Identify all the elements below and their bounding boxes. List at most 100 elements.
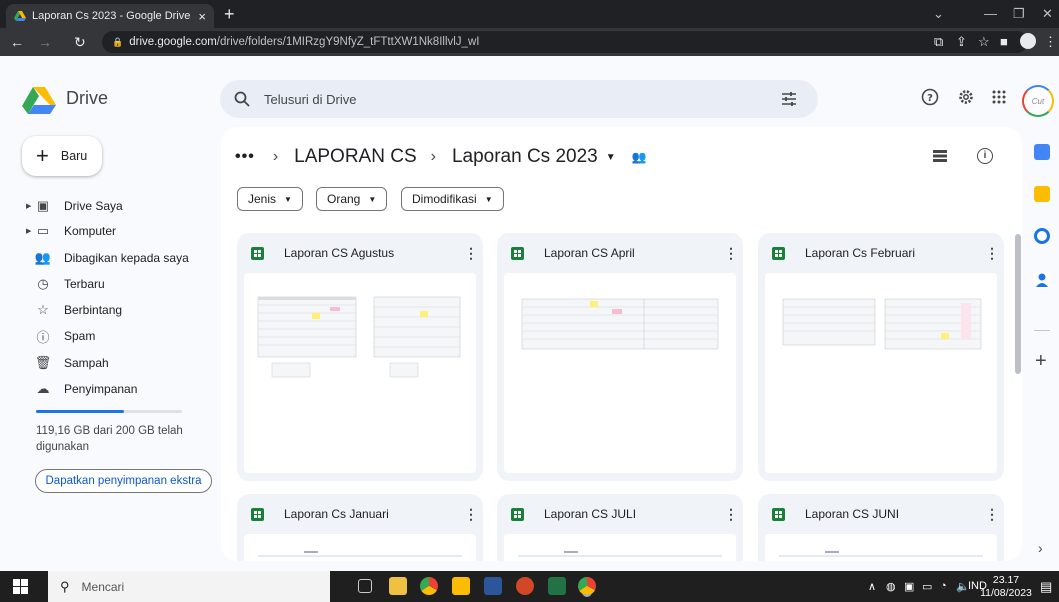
- file-explorer-icon[interactable]: [389, 577, 407, 595]
- collapse-panel-chevron-icon[interactable]: ›: [1038, 540, 1043, 556]
- google-sheets-icon: [511, 246, 524, 260]
- search-bar[interactable]: Telusuri di Drive: [220, 80, 818, 118]
- breadcrumb-overflow-button[interactable]: •••: [235, 148, 255, 166]
- side-panel-icon[interactable]: ■: [1000, 34, 1008, 49]
- tray-overflow-icon[interactable]: ∧: [868, 580, 876, 593]
- install-app-icon[interactable]: ⧉: [934, 34, 943, 50]
- contacts-icon[interactable]: [1034, 272, 1050, 288]
- sidebar-item-drive-saya[interactable]: ▶ ▣ Drive Saya: [26, 194, 216, 218]
- notification-icon[interactable]: ▤: [1040, 579, 1052, 595]
- storage-progress-bar: [36, 410, 182, 413]
- google-sheets-icon: [251, 507, 264, 521]
- back-icon[interactable]: ←: [10, 34, 24, 50]
- word-icon[interactable]: [484, 577, 502, 595]
- taskbar-search-input[interactable]: ⚲ Mencari: [48, 571, 330, 602]
- task-view-icon[interactable]: [358, 579, 372, 593]
- get-more-storage-button[interactable]: Dapatkan penyimpanan ekstra: [35, 469, 212, 493]
- add-addon-icon[interactable]: +: [1035, 350, 1047, 373]
- file-card[interactable]: Laporan CS Agustus ⋮: [237, 233, 483, 481]
- sidebar-item-penyimpanan[interactable]: ☁ Penyimpanan: [26, 377, 216, 401]
- filter-people-chip[interactable]: Orang ▼: [316, 187, 388, 211]
- file-title: Laporan CS JULI: [544, 507, 637, 521]
- info-icon[interactable]: i: [977, 148, 993, 164]
- drive-logo-icon[interactable]: [22, 86, 56, 114]
- more-options-icon[interactable]: ⋮: [980, 245, 1004, 262]
- more-options-icon[interactable]: ⋮: [459, 506, 483, 523]
- filter-label: Orang: [327, 192, 361, 206]
- tray-wifi-icon[interactable]: ◔: [940, 580, 947, 592]
- bookmark-star-icon[interactable]: ☆: [978, 34, 990, 50]
- main-scrollbar[interactable]: [1015, 234, 1021, 374]
- more-options-icon[interactable]: ⋮: [459, 245, 483, 262]
- breadcrumb-parent[interactable]: LAPORAN CS: [294, 146, 416, 168]
- share-page-icon[interactable]: ⇪: [956, 34, 967, 50]
- browser-menu-icon[interactable]: ⋮: [1044, 34, 1057, 50]
- sidebar-item-label: Dibagikan kepada saya: [64, 251, 189, 265]
- calendar-icon[interactable]: [1034, 144, 1050, 160]
- close-tab-icon[interactable]: ×: [198, 9, 206, 24]
- tray-battery-icon[interactable]: ▭: [922, 580, 932, 593]
- chrome-taskbar-icon[interactable]: [420, 577, 438, 595]
- search-input[interactable]: Telusuri di Drive: [264, 92, 780, 107]
- tasks-icon[interactable]: [1034, 228, 1050, 244]
- file-card[interactable]: Laporan CS April ⋮: [497, 233, 743, 481]
- more-options-icon[interactable]: ⋮: [719, 245, 743, 262]
- expand-caret-icon[interactable]: ▶: [26, 202, 34, 210]
- my-drive-icon: ▣: [36, 198, 50, 213]
- list-view-icon[interactable]: [933, 150, 947, 162]
- more-options-icon[interactable]: ⋮: [980, 506, 1004, 523]
- expand-caret-icon[interactable]: ▶: [26, 227, 34, 235]
- settings-gear-icon[interactable]: [955, 88, 977, 110]
- tray-meet-icon[interactable]: ▣: [904, 580, 914, 593]
- apps-grid-icon[interactable]: [988, 88, 1010, 110]
- new-tab-button[interactable]: +: [224, 5, 235, 23]
- filter-label: Dimodifikasi: [412, 192, 477, 206]
- minimize-icon[interactable]: —: [984, 6, 997, 21]
- google-sheets-icon: [251, 246, 264, 260]
- sidebar-item-komputer[interactable]: ▶ ▭ Komputer: [26, 219, 216, 243]
- sidebar-item-dibagikan[interactable]: 👥 Dibagikan kepada saya: [26, 246, 216, 270]
- new-button[interactable]: + Baru: [22, 136, 102, 176]
- folder-dropdown-icon[interactable]: ▼: [606, 152, 616, 163]
- sidebar-item-berbintang[interactable]: ☆ Berbintang: [26, 298, 216, 322]
- file-title: Laporan CS Agustus: [284, 246, 395, 260]
- more-options-icon[interactable]: ⋮: [719, 506, 743, 523]
- window-close-icon[interactable]: ✕: [1042, 6, 1053, 22]
- chrome-active-icon[interactable]: [578, 577, 596, 595]
- sidebar-item-sampah[interactable]: 🗑 Sampah: [26, 351, 216, 375]
- forward-icon[interactable]: →: [38, 34, 52, 50]
- keep-icon[interactable]: [1034, 186, 1050, 202]
- filter-modified-chip[interactable]: Dimodifikasi ▼: [401, 187, 504, 211]
- account-avatar[interactable]: Cut: [1022, 85, 1054, 117]
- search-icon[interactable]: [234, 91, 250, 107]
- file-card[interactable]: Laporan Cs Februari ⋮: [758, 233, 1004, 481]
- trash-icon: 🗑: [34, 355, 52, 370]
- file-title: Laporan CS JUNI: [805, 507, 900, 521]
- tray-security-icon[interactable]: ◍: [886, 580, 896, 593]
- windows-start-icon[interactable]: [13, 579, 28, 594]
- breadcrumb-current[interactable]: Laporan Cs 2023: [452, 146, 598, 168]
- powerpoint-icon[interactable]: [516, 577, 534, 595]
- restore-icon[interactable]: ❐: [1013, 6, 1025, 22]
- file-card[interactable]: Laporan CS JUNI ⋮: [758, 494, 1004, 561]
- taskbar-clock[interactable]: 23.17 11/08/2023: [978, 574, 1034, 600]
- plus-icon: +: [36, 143, 49, 168]
- reload-icon[interactable]: ↻: [74, 34, 86, 51]
- sidebar-item-label: Terbaru: [64, 277, 105, 291]
- sidebar-item-label: Komputer: [64, 224, 117, 238]
- file-card[interactable]: Laporan Cs Januari ⋮: [237, 494, 483, 561]
- sticky-app-icon[interactable]: [452, 577, 470, 595]
- url-field[interactable]: 🔒 drive.google.com /drive/folders/1MIRzg…: [102, 31, 1028, 53]
- filter-type-chip[interactable]: Jenis ▼: [237, 187, 303, 211]
- file-card[interactable]: Laporan CS JULI ⋮: [497, 494, 743, 561]
- browser-tab[interactable]: Laporan Cs 2023 - Google Drive ×: [6, 4, 214, 28]
- sidebar-item-spam[interactable]: ⓘ Spam: [26, 324, 216, 348]
- tab-search-icon[interactable]: ⌄: [933, 6, 944, 22]
- drive-app-name[interactable]: Drive: [66, 88, 108, 109]
- help-icon[interactable]: ?: [919, 88, 941, 110]
- sidebar-item-terbaru[interactable]: ◷ Terbaru: [26, 272, 216, 296]
- profile-icon[interactable]: [1020, 33, 1036, 49]
- file-thumbnail: [244, 273, 476, 473]
- search-options-icon[interactable]: [780, 90, 798, 108]
- excel-icon[interactable]: [548, 577, 566, 595]
